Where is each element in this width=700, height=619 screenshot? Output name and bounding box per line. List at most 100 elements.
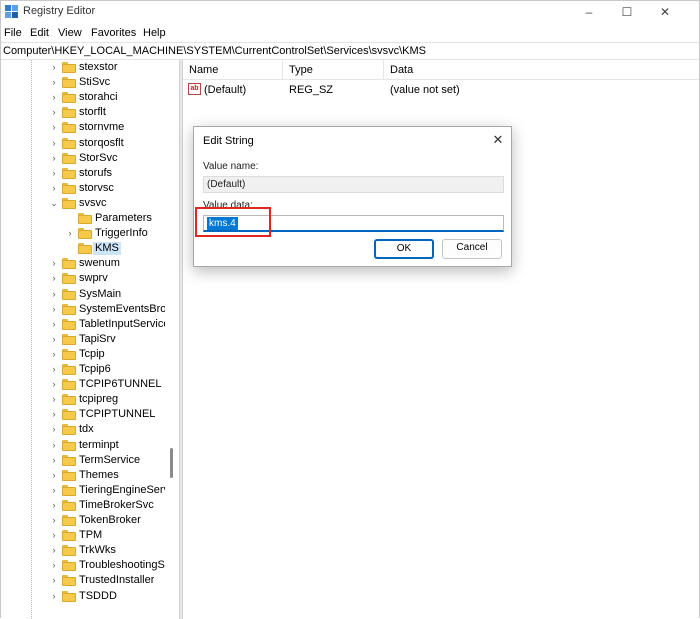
chevron-right-icon[interactable]: › bbox=[50, 558, 58, 573]
tree-item[interactable]: › storufs bbox=[1, 166, 166, 181]
chevron-right-icon[interactable]: › bbox=[50, 271, 58, 286]
chevron-right-icon[interactable]: › bbox=[50, 302, 58, 317]
chevron-right-icon[interactable]: › bbox=[50, 287, 58, 302]
tree-item[interactable]: › storvsc bbox=[1, 181, 166, 196]
tree-item[interactable]: › storflt bbox=[1, 105, 166, 120]
chevron-right-icon[interactable]: › bbox=[50, 151, 58, 166]
menu-edit[interactable]: Edit bbox=[30, 27, 49, 39]
chevron-right-icon[interactable]: › bbox=[50, 181, 58, 196]
tree-item[interactable]: › TSDDD bbox=[1, 589, 166, 604]
chevron-right-icon[interactable]: › bbox=[50, 75, 58, 90]
chevron-right-icon[interactable]: › bbox=[50, 528, 58, 543]
tree-item[interactable]: › tcpipreg bbox=[1, 392, 166, 407]
column-type[interactable]: Type bbox=[289, 64, 313, 76]
chevron-right-icon[interactable]: › bbox=[50, 60, 58, 75]
menu-view[interactable]: View bbox=[58, 27, 82, 39]
chevron-right-icon[interactable]: › bbox=[50, 362, 58, 377]
tree-item[interactable]: › swprv bbox=[1, 271, 166, 286]
chevron-right-icon[interactable]: › bbox=[50, 166, 58, 181]
tree-item[interactable]: › TriggerInfo bbox=[1, 226, 166, 241]
close-window-button[interactable]: ✕ bbox=[647, 1, 683, 23]
tree-item[interactable]: Parameters bbox=[1, 211, 166, 226]
chevron-right-icon[interactable]: › bbox=[50, 377, 58, 392]
menu-bar: File Edit View Favorites Help bbox=[1, 25, 699, 43]
value-row[interactable]: ab (Default) REG_SZ (value not set) bbox=[183, 81, 699, 98]
chevron-right-icon[interactable] bbox=[66, 211, 74, 226]
tree-item[interactable]: › TokenBroker bbox=[1, 513, 166, 528]
chevron-right-icon[interactable]: › bbox=[50, 90, 58, 105]
chevron-right-icon[interactable]: › bbox=[50, 498, 58, 513]
tree-item[interactable]: › TapiSrv bbox=[1, 332, 166, 347]
registry-key-tree[interactable]: › stexstor › StiSvc › storahci › storflt › stornv… bbox=[1, 60, 180, 619]
folder-icon bbox=[62, 484, 76, 496]
chevron-right-icon[interactable]: › bbox=[50, 468, 58, 483]
tree-item[interactable]: › TroubleshootingSv bbox=[1, 558, 166, 573]
chevron-right-icon[interactable]: › bbox=[50, 453, 58, 468]
tree-item[interactable]: › TieringEngineServi bbox=[1, 483, 166, 498]
column-name[interactable]: Name bbox=[189, 64, 218, 76]
chevron-right-icon[interactable]: › bbox=[50, 589, 58, 604]
ok-button[interactable]: OK bbox=[374, 239, 434, 259]
chevron-right-icon[interactable]: › bbox=[50, 256, 58, 271]
chevron-right-icon[interactable]: › bbox=[50, 573, 58, 588]
chevron-right-icon[interactable]: › bbox=[50, 317, 58, 332]
tree-item[interactable]: › TabletInputService bbox=[1, 317, 166, 332]
folder-icon bbox=[62, 348, 76, 360]
tree-item[interactable]: › StiSvc bbox=[1, 75, 166, 90]
chevron-right-icon[interactable]: › bbox=[50, 422, 58, 437]
chevron-right-icon[interactable]: › bbox=[50, 332, 58, 347]
tree-item[interactable]: › SysMain bbox=[1, 287, 166, 302]
menu-favorites[interactable]: Favorites bbox=[91, 27, 136, 39]
tree-item[interactable]: › tdx bbox=[1, 422, 166, 437]
tree-scrollbar[interactable] bbox=[167, 60, 179, 619]
tree-item[interactable]: › terminpt bbox=[1, 438, 166, 453]
folder-icon bbox=[62, 92, 76, 104]
address-bar[interactable]: Computer\HKEY_LOCAL_MACHINE\SYSTEM\Curre… bbox=[1, 42, 699, 60]
tree-item[interactable]: › TrkWks bbox=[1, 543, 166, 558]
folder-icon bbox=[62, 454, 76, 466]
column-divider[interactable] bbox=[282, 60, 283, 80]
chevron-right-icon[interactable]: › bbox=[50, 543, 58, 558]
tree-item[interactable]: › TPM bbox=[1, 528, 166, 543]
chevron-right-icon[interactable]: › bbox=[50, 136, 58, 151]
tree-item[interactable]: › storahci bbox=[1, 90, 166, 105]
tree-item[interactable]: › TCPIPTUNNEL bbox=[1, 407, 166, 422]
tree-item-label: TCPIP6TUNNEL bbox=[79, 378, 162, 391]
menu-file[interactable]: File bbox=[4, 27, 22, 39]
tree-item[interactable]: › swenum bbox=[1, 256, 166, 271]
cancel-button[interactable]: Cancel bbox=[442, 239, 502, 259]
menu-help[interactable]: Help bbox=[143, 27, 166, 39]
maximize-button[interactable]: ☐ bbox=[609, 1, 645, 23]
chevron-right-icon[interactable]: › bbox=[50, 105, 58, 120]
chevron-right-icon[interactable]: › bbox=[50, 392, 58, 407]
chevron-right-icon[interactable]: › bbox=[50, 407, 58, 422]
tree-item[interactable]: › TrustedInstaller bbox=[1, 573, 166, 588]
tree-item[interactable]: › Tcpip bbox=[1, 347, 166, 362]
chevron-right-icon[interactable]: › bbox=[50, 438, 58, 453]
chevron-right-icon[interactable]: › bbox=[50, 347, 58, 362]
tree-item[interactable]: › storqosflt bbox=[1, 136, 166, 151]
chevron-right-icon[interactable]: › bbox=[66, 226, 74, 241]
tree-item-label: TabletInputService bbox=[79, 317, 165, 330]
tree-item[interactable]: KMS bbox=[1, 241, 166, 256]
chevron-right-icon[interactable]: › bbox=[50, 513, 58, 528]
tree-item[interactable]: › stexstor bbox=[1, 60, 166, 75]
chevron-down-icon[interactable]: ⌄ bbox=[50, 196, 58, 211]
dialog-close-button[interactable]: ✕ bbox=[490, 132, 506, 148]
column-data[interactable]: Data bbox=[390, 64, 413, 76]
tree-item[interactable]: › Tcpip6 bbox=[1, 362, 166, 377]
tree-item[interactable]: › stornvme bbox=[1, 120, 166, 135]
tree-item[interactable]: ⌄ svsvc bbox=[1, 196, 166, 211]
chevron-right-icon[interactable]: › bbox=[50, 483, 58, 498]
tree-item[interactable]: › TermService bbox=[1, 453, 166, 468]
tree-item[interactable]: › SystemEventsBroke bbox=[1, 302, 166, 317]
tree-item[interactable]: › TCPIP6TUNNEL bbox=[1, 377, 166, 392]
tree-item[interactable]: › TimeBrokerSvc bbox=[1, 498, 166, 513]
tree-scrollbar-thumb[interactable] bbox=[170, 448, 173, 478]
tree-item[interactable]: › StorSvc bbox=[1, 151, 166, 166]
chevron-right-icon[interactable] bbox=[66, 241, 74, 256]
column-divider[interactable] bbox=[383, 60, 384, 80]
chevron-right-icon[interactable]: › bbox=[50, 120, 58, 135]
tree-item[interactable]: › Themes bbox=[1, 468, 166, 483]
minimize-button[interactable]: – bbox=[571, 1, 607, 23]
